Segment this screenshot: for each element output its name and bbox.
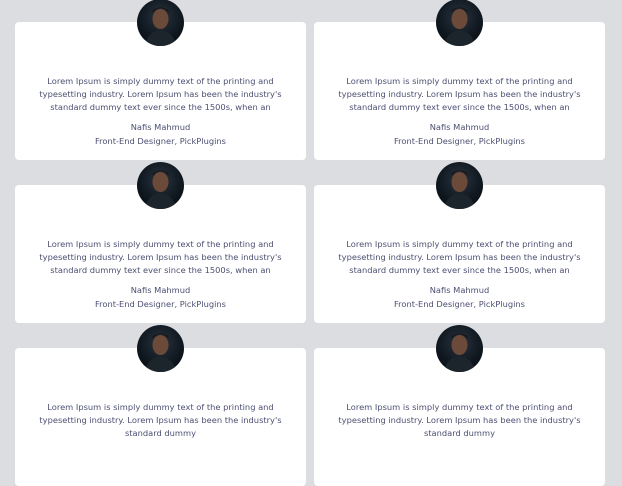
avatar — [436, 325, 483, 372]
author-name: Nafis Mahmud — [429, 285, 490, 295]
avatar — [436, 0, 483, 46]
testimonial-text: Lorem Ipsum is simply dummy text of the … — [39, 402, 282, 438]
testimonial-card: Lorem Ipsum is simply dummy text of the … — [314, 325, 605, 486]
author-name: Nafis Mahmud — [429, 122, 490, 132]
testimonial-text: Lorem Ipsum is simply dummy text of the … — [338, 76, 581, 112]
author-role: Front-End Designer, PickPlugins — [94, 299, 227, 309]
testimonial-card: Lorem Ipsum is simply dummy text of the … — [314, 162, 605, 323]
testimonial-card: Lorem Ipsum is simply dummy text of the … — [15, 325, 306, 486]
testimonial-text: Lorem Ipsum is simply dummy text of the … — [39, 76, 282, 112]
avatar — [137, 162, 184, 209]
person-photo-icon — [444, 170, 475, 209]
author-role: Front-End Designer, PickPlugins — [94, 136, 227, 146]
testimonial-card: Lorem Ipsum is simply dummy text of the … — [15, 162, 306, 323]
person-photo-icon — [145, 170, 176, 209]
person-photo-icon — [145, 333, 176, 372]
testimonial-text: Lorem Ipsum is simply dummy text of the … — [338, 402, 581, 438]
author-role: Front-End Designer, PickPlugins — [393, 299, 526, 309]
testimonial-text: Lorem Ipsum is simply dummy text of the … — [338, 239, 581, 275]
person-photo-icon — [444, 333, 475, 372]
testimonial-text: Lorem Ipsum is simply dummy text of the … — [39, 239, 282, 275]
testimonial-card: Lorem Ipsum is simply dummy text of the … — [314, 0, 605, 160]
author-name: Nafis Mahmud — [130, 122, 191, 132]
author-name: Nafis Mahmud — [130, 285, 191, 295]
avatar — [137, 0, 184, 46]
person-photo-icon — [444, 7, 475, 46]
avatar — [436, 162, 483, 209]
person-photo-icon — [145, 7, 176, 46]
author-role: Front-End Designer, PickPlugins — [393, 136, 526, 146]
avatar — [137, 325, 184, 372]
testimonial-card: Lorem Ipsum is simply dummy text of the … — [15, 0, 306, 160]
